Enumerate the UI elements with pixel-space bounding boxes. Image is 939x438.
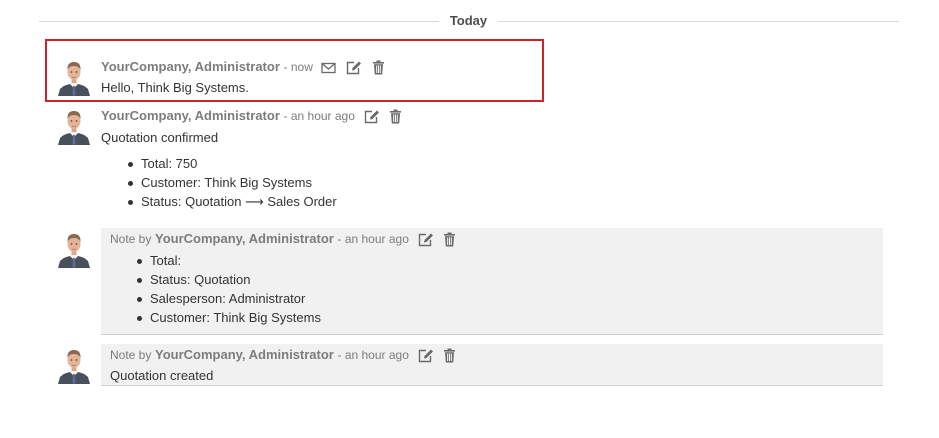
author-link[interactable]: YourCompany, Administrator <box>101 108 280 123</box>
date-divider: Today <box>39 14 899 28</box>
author-avatar[interactable] <box>58 346 90 384</box>
edit-icon[interactable] <box>417 232 434 247</box>
author-link[interactable]: YourCompany, Administrator <box>155 231 334 246</box>
trash-icon[interactable] <box>387 109 404 124</box>
tracking-item: Status: Quotation ⟶ Sales Order <box>128 192 337 211</box>
divider-line-left <box>39 21 439 22</box>
author-avatar[interactable] <box>58 230 90 268</box>
tracking-list: Total: 750 Customer: Think Big Systems S… <box>128 154 337 211</box>
message-date: - an hour ago <box>337 348 409 362</box>
tracking-new-value: Sales Order <box>267 194 337 209</box>
message-header: Note by YourCompany, Administrator - an … <box>110 231 458 247</box>
tracking-old-value: Quotation <box>185 194 242 209</box>
arrow-right-icon: ⟶ <box>245 194 264 209</box>
edit-icon[interactable] <box>417 348 434 363</box>
message-date: - an hour ago <box>283 109 355 123</box>
message-body: Quotation confirmed <box>101 130 219 145</box>
tracking-item: Customer: Think Big Systems <box>128 173 337 192</box>
tracking-item: Total: 750 <box>128 154 337 173</box>
tracking-item: Salesperson: Administrator <box>137 289 321 308</box>
note-prefix: Note by <box>110 232 152 246</box>
message-header: Note by YourCompany, Administrator - an … <box>110 347 458 363</box>
message-date: - an hour ago <box>337 232 409 246</box>
edit-icon[interactable] <box>363 109 380 124</box>
tracking-item: Status: Quotation <box>137 270 321 289</box>
message-body: Quotation created <box>110 368 214 383</box>
trash-icon[interactable] <box>441 232 458 247</box>
author-avatar[interactable] <box>58 107 90 145</box>
date-divider-label: Today <box>449 13 488 28</box>
tracking-item: Total: <box>137 251 321 270</box>
tracking-list: Total: Status: Quotation Salesperson: Ad… <box>137 251 321 327</box>
message-header: YourCompany, Administrator - an hour ago <box>101 108 404 124</box>
trash-icon[interactable] <box>441 348 458 363</box>
tracking-item: Customer: Think Big Systems <box>137 308 321 327</box>
tracking-field: Status: <box>141 194 186 209</box>
note-prefix: Note by <box>110 348 152 362</box>
author-link[interactable]: YourCompany, Administrator <box>155 347 334 362</box>
divider-line-right <box>498 21 899 22</box>
highlight-box <box>45 39 544 102</box>
